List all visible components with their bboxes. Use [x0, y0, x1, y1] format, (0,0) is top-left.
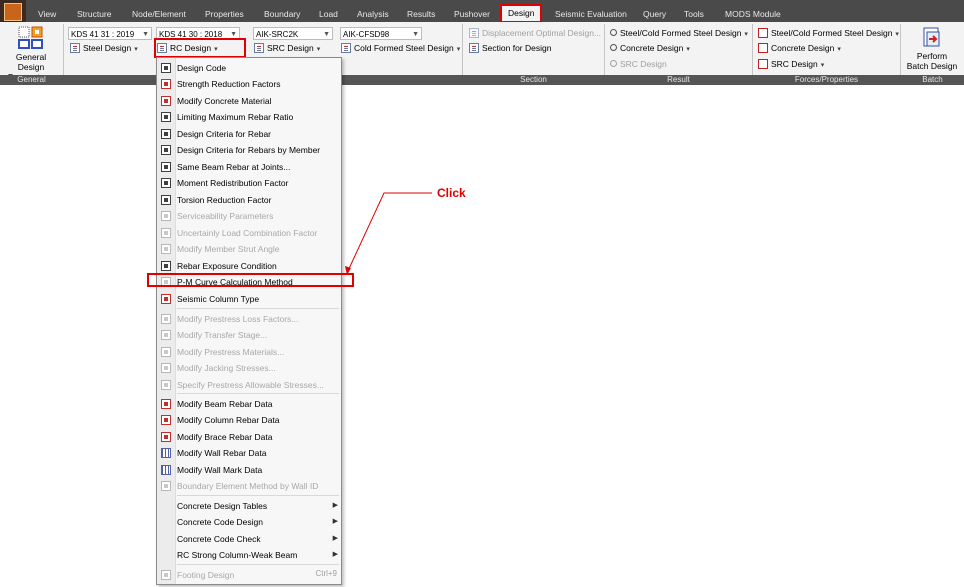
annotation-arrow	[345, 192, 432, 275]
click-annotation-label: Click	[437, 186, 466, 200]
